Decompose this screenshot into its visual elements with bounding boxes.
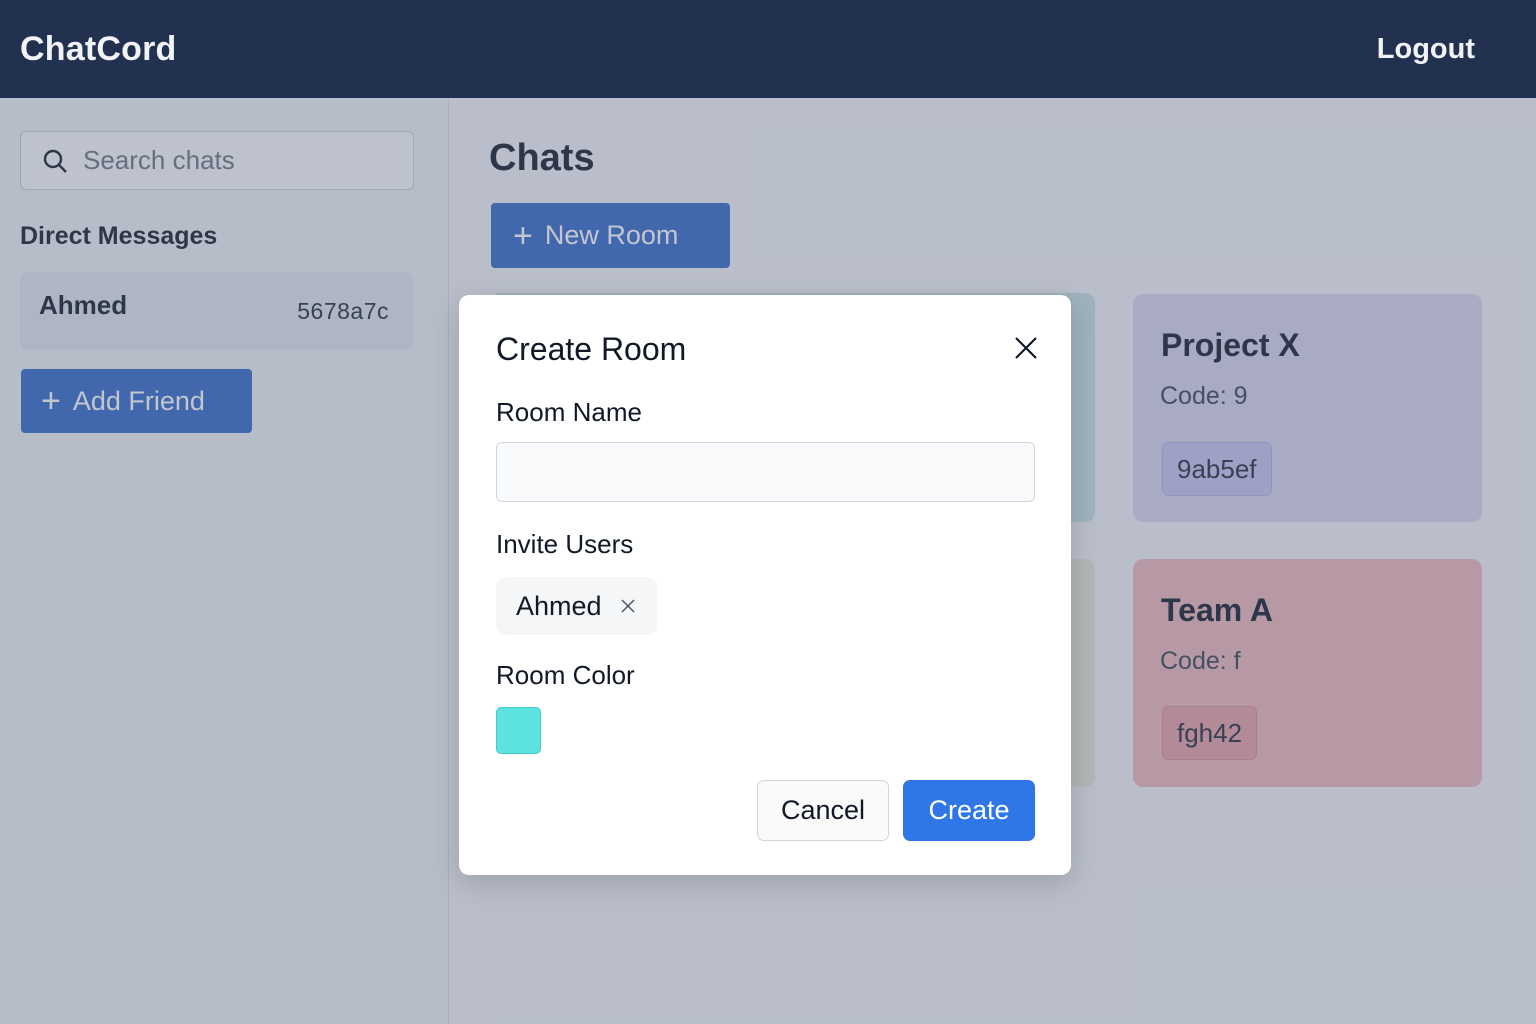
- top-navigation-bar: ChatCord Logout: [0, 0, 1536, 98]
- app-brand: ChatCord: [20, 29, 177, 68]
- room-name-input[interactable]: [496, 442, 1035, 502]
- logout-button[interactable]: Logout: [1377, 33, 1475, 66]
- room-color-label: Room Color: [496, 660, 635, 690]
- close-icon[interactable]: [1010, 332, 1042, 364]
- invited-user-name: Ahmed: [516, 590, 602, 621]
- remove-user-icon[interactable]: [620, 598, 636, 614]
- create-room-modal: Create Room Room Name Invite Users Ahmed…: [459, 295, 1071, 875]
- modal-title: Create Room: [496, 331, 687, 367]
- cancel-button[interactable]: Cancel: [757, 780, 889, 841]
- invite-users-label: Invite Users: [496, 529, 634, 559]
- invited-user-chip[interactable]: Ahmed: [496, 577, 657, 635]
- room-color-swatch[interactable]: [496, 707, 541, 754]
- room-name-label: Room Name: [496, 397, 642, 427]
- create-button[interactable]: Create: [903, 780, 1035, 841]
